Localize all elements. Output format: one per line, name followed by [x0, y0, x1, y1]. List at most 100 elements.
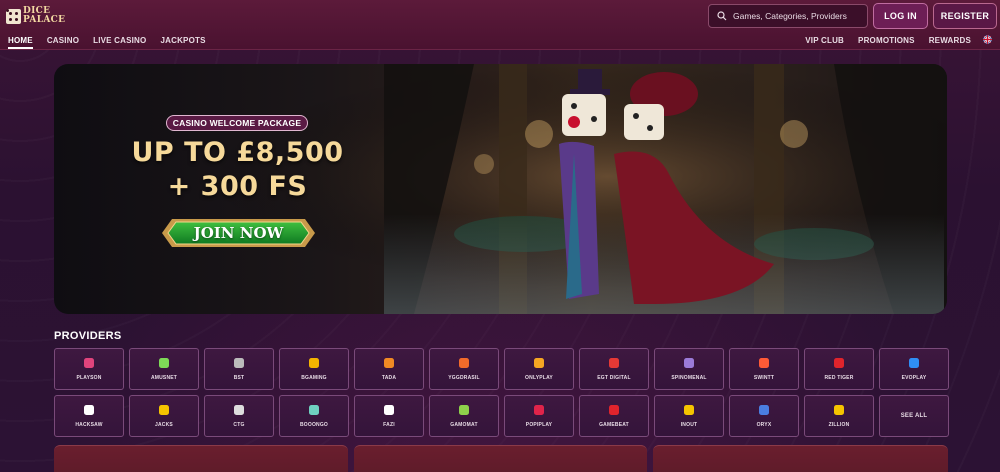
- providers-heading: PROVIDERS: [54, 330, 122, 342]
- search-box[interactable]: [708, 4, 868, 28]
- provider-name: HACKSAW: [75, 422, 103, 428]
- provider-name: ONLYPLAY: [525, 375, 553, 381]
- providers-grid: PLAYSON AMUSNET BST BGAMING TADA YGGDRASIL ONL…: [54, 348, 949, 437]
- provider-name: CTG: [233, 422, 245, 428]
- provider-tile[interactable]: RED TIGER: [804, 348, 874, 390]
- provider-tile[interactable]: EGT DIGITAL: [579, 348, 649, 390]
- provider-name: AMUSNET: [150, 375, 178, 381]
- provider-name: EVOPLAY: [901, 375, 927, 381]
- join-now-label: JOIN NOW: [193, 224, 284, 242]
- nav-home[interactable]: HOME: [8, 36, 33, 49]
- dice-palace-logo[interactable]: DICE PALACE: [6, 3, 68, 29]
- jacks-icon: [158, 404, 170, 416]
- provider-name: GAMOMAT: [450, 422, 478, 428]
- nav-casino[interactable]: CASINO: [47, 36, 79, 49]
- provider-tile[interactable]: AMUSNET: [129, 348, 199, 390]
- see-all-providers-button[interactable]: SEE ALL: [879, 395, 949, 437]
- oryx-icon: [758, 404, 770, 416]
- welcome-package-badge: CASINO WELCOME PACKAGE: [166, 115, 308, 131]
- join-now-button[interactable]: JOIN NOW: [160, 213, 317, 253]
- see-all-label: SEE ALL: [900, 413, 928, 419]
- provider-name: SWINTT: [753, 375, 775, 381]
- provider-tile[interactable]: BGAMING: [279, 348, 349, 390]
- popiplay-icon: [533, 404, 545, 416]
- provider-tile[interactable]: GAMEBEAT: [579, 395, 649, 437]
- amusnet-icon: [158, 357, 170, 369]
- provider-name: GAMEBEAT: [599, 422, 629, 428]
- provider-tile[interactable]: TADA: [354, 348, 424, 390]
- yggdrasil-icon: [458, 357, 470, 369]
- red-tiger-icon: [833, 357, 845, 369]
- search-input[interactable]: [733, 11, 863, 21]
- dice-icon: [6, 8, 21, 24]
- provider-name: PLAYSON: [76, 375, 102, 381]
- bgaming-icon: [308, 357, 320, 369]
- provider-tile[interactable]: HACKSAW: [54, 395, 124, 437]
- ctg-icon: [233, 404, 245, 416]
- uk-flag-icon[interactable]: [983, 35, 992, 44]
- provider-name: JACKS: [155, 422, 173, 428]
- provider-name: BST: [233, 375, 245, 381]
- onlyplay-icon: [533, 357, 545, 369]
- booongo-icon: [308, 404, 320, 416]
- login-button[interactable]: LOG IN: [873, 3, 928, 29]
- swintt-icon: [758, 357, 770, 369]
- nav-rewards[interactable]: REWARDS: [929, 36, 971, 45]
- tada-icon: [383, 357, 395, 369]
- spinomenal-icon: [683, 357, 695, 369]
- provider-name: ZILLION: [828, 422, 850, 428]
- promo-card[interactable]: [354, 445, 647, 472]
- provider-tile[interactable]: GAMOMAT: [429, 395, 499, 437]
- gamebeat-icon: [608, 404, 620, 416]
- provider-name: RED TIGER: [824, 375, 854, 381]
- provider-name: YGGDRASIL: [448, 375, 480, 381]
- provider-tile[interactable]: POPIPLAY: [504, 395, 574, 437]
- nav-vip-club[interactable]: VIP CLUB: [805, 36, 844, 45]
- main-nav: HOME CASINO LIVE CASINO JACKPOTS: [8, 36, 220, 49]
- provider-tile[interactable]: YGGDRASIL: [429, 348, 499, 390]
- site-header: DICE PALACE LOG IN REGISTER HOME CASINO …: [0, 0, 1000, 50]
- secondary-nav: VIP CLUB PROMOTIONS REWARDS: [791, 35, 992, 45]
- provider-tile[interactable]: ZILLION: [804, 395, 874, 437]
- promo-card[interactable]: [653, 445, 948, 472]
- egt-digital-icon: [608, 357, 620, 369]
- provider-name: TADA: [381, 375, 397, 381]
- inout-icon: [683, 404, 695, 416]
- nav-jackpots[interactable]: JACKPOTS: [160, 36, 205, 49]
- provider-tile[interactable]: ONLYPLAY: [504, 348, 574, 390]
- fazi-icon: [383, 404, 395, 416]
- provider-tile[interactable]: PLAYSON: [54, 348, 124, 390]
- provider-tile[interactable]: BST: [204, 348, 274, 390]
- bonus-amount: UP TO £8,500: [131, 137, 344, 168]
- provider-tile[interactable]: SPINOMENAL: [654, 348, 724, 390]
- promo-card[interactable]: [54, 445, 348, 472]
- provider-name: INOUT: [680, 422, 698, 428]
- provider-name: SPINOMENAL: [671, 375, 707, 381]
- register-button[interactable]: REGISTER: [933, 3, 997, 29]
- provider-tile[interactable]: BOOONGO: [279, 395, 349, 437]
- provider-name: EGT DIGITAL: [597, 375, 631, 381]
- free-spins: + 300 FS: [167, 171, 308, 202]
- provider-name: FAZI: [383, 422, 395, 428]
- provider-name: POPIPLAY: [525, 422, 553, 428]
- provider-tile[interactable]: JACKS: [129, 395, 199, 437]
- provider-tile[interactable]: ORYX: [729, 395, 799, 437]
- search-icon: [717, 11, 727, 21]
- zillion-icon: [833, 404, 845, 416]
- provider-tile[interactable]: FAZI: [354, 395, 424, 437]
- logo-line-2: PALACE: [23, 15, 66, 25]
- playson-icon: [83, 357, 95, 369]
- nav-promotions[interactable]: PROMOTIONS: [858, 36, 915, 45]
- bst-icon: [233, 357, 245, 369]
- provider-name: BOOONGO: [299, 422, 329, 428]
- provider-tile[interactable]: EVOPLAY: [879, 348, 949, 390]
- provider-tile[interactable]: SWINTT: [729, 348, 799, 390]
- hero-banner[interactable]: CASINO WELCOME PACKAGE UP TO £8,500 + 30…: [54, 64, 947, 314]
- provider-tile[interactable]: INOUT: [654, 395, 724, 437]
- nav-live-casino[interactable]: LIVE CASINO: [93, 36, 146, 49]
- provider-tile[interactable]: CTG: [204, 395, 274, 437]
- hacksaw-icon: [83, 404, 95, 416]
- provider-name: BGAMING: [301, 375, 327, 381]
- evoplay-icon: [908, 357, 920, 369]
- gamomat-icon: [458, 404, 470, 416]
